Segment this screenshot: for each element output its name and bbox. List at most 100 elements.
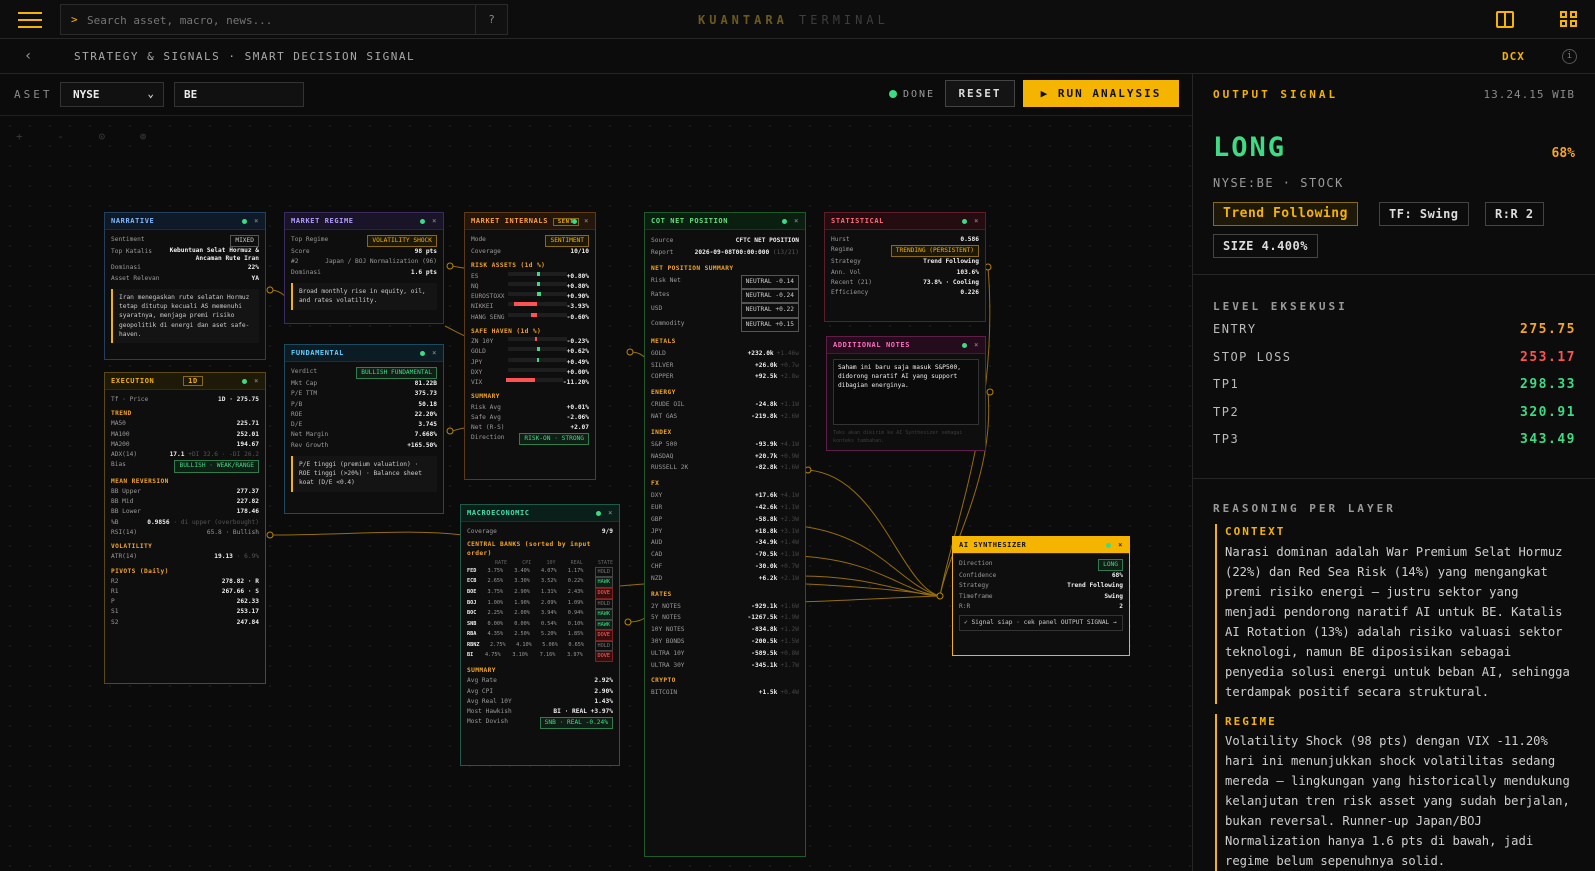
node-market-internals[interactable]: MARKET INTERNALS SENT × Mode SENTIMENT Cov…	[464, 212, 596, 480]
node-header[interactable]: NARRATIVE ×	[105, 213, 265, 230]
row: Avg Real 10Y 1.43%	[467, 697, 613, 705]
node-narrative[interactable]: NARRATIVE × Sentiment MIXED Top Katalis Ke…	[104, 212, 266, 360]
node-header[interactable]: COT NET POSITION ×	[645, 213, 805, 230]
row-change: +1.4W	[780, 539, 799, 547]
wire	[799, 555, 941, 597]
row: GBP -58.8k +2.3W	[651, 514, 799, 526]
level-label: TP2	[1213, 404, 1240, 419]
node-additional-notes[interactable]: ADDITIONAL NOTES × Saham ini baru saja ma…	[826, 336, 986, 451]
status-dot-icon	[242, 219, 247, 224]
bar-fill	[537, 292, 542, 297]
close-icon[interactable]: ×	[974, 337, 979, 354]
confidence: 68%	[1551, 146, 1575, 161]
node-fundamental[interactable]: FUNDAMENTAL × Verdict BULLISH FUNDAMENTAL …	[284, 344, 444, 514]
row: Most Dovish SNB · REAL -0.24%	[467, 717, 613, 730]
close-icon[interactable]: ×	[584, 213, 589, 230]
close-icon[interactable]: ×	[432, 345, 437, 362]
risk-rows: ES +0.80% NQ +0.80% EUROSTOXX +0.90% NIKKEI -3.…	[471, 271, 589, 323]
row: VIX -11.20%	[471, 378, 589, 388]
row: AUD -34.9k +1.4W	[651, 537, 799, 549]
row-change: +1.1W	[780, 504, 799, 512]
columns-layout-icon[interactable]	[1496, 11, 1514, 28]
run-analysis-button[interactable]: ▶ RUN ANALYSIS	[1023, 80, 1179, 107]
row: DXY +17.6k +4.1W	[651, 490, 799, 502]
row: NIKKEI -3.93%	[471, 302, 589, 312]
col-header: STATE	[597, 559, 613, 566]
table-cell: 1.31%	[541, 588, 557, 595]
dcx-badge[interactable]: DCX	[1502, 50, 1525, 63]
timeframe-chip: TF: Swing	[1379, 202, 1469, 226]
node-header[interactable]: STATISTICAL ×	[825, 213, 985, 230]
row-label: Mkt Cap	[291, 380, 318, 388]
hamburger-menu-icon[interactable]	[18, 12, 42, 28]
row-value: +0.80%	[566, 272, 589, 280]
row-label: CRUDE OIL	[651, 401, 685, 409]
row: CRUDE OIL -24.8k +1.1W	[651, 399, 799, 411]
node-header[interactable]: ADDITIONAL NOTES ×	[827, 337, 985, 354]
status-dot-icon	[962, 343, 967, 348]
table-cell: 2.25%	[487, 610, 504, 617]
asset-label: ASET	[14, 88, 53, 101]
node-cot-net-position[interactable]: COT NET POSITION × Source CFTC NET POSITIO…	[644, 212, 806, 857]
node-execution[interactable]: EXECUTION 1D × Tf · Price 1D · 275.75 TREN…	[104, 372, 266, 684]
grid-layout-icon[interactable]	[1560, 11, 1578, 28]
row-change: +1.2W	[780, 626, 799, 634]
status-dot-icon	[889, 90, 897, 98]
ticker-input[interactable]: BE	[174, 82, 304, 107]
global-search[interactable]: > ?	[60, 4, 508, 35]
table-cell: 1.00%	[487, 599, 504, 606]
info-icon[interactable]: i	[1562, 49, 1577, 64]
row-label: Net Margin	[291, 431, 329, 439]
row-value: -0.60%	[566, 313, 589, 321]
close-icon[interactable]: ×	[254, 213, 259, 230]
node-ai-synthesizer[interactable]: AI SYNTHESIZER × Direction LONG Confidence…	[952, 536, 1130, 656]
close-icon[interactable]: ×	[974, 213, 979, 230]
node-header[interactable]: MARKET INTERNALS SENT ×	[465, 213, 595, 230]
node-header[interactable]: MARKET REGIME ×	[285, 213, 443, 230]
node-header[interactable]: AI SYNTHESIZER ×	[953, 537, 1129, 554]
exchange-select[interactable]: NYSE ⌄	[60, 82, 164, 107]
symbol: NYSE:BE · STOCK	[1213, 176, 1344, 190]
row: S&P 500 -93.9k +4.1W	[651, 439, 799, 451]
table-cell: BI	[467, 652, 474, 659]
row-label: USD	[651, 305, 663, 313]
row-value: -82.8k	[755, 464, 778, 472]
close-icon[interactable]: ×	[254, 373, 259, 390]
level-value: 343.49	[1520, 432, 1576, 447]
close-icon[interactable]: ×	[608, 505, 613, 522]
status-dot-icon	[420, 351, 425, 356]
context-marker	[1215, 524, 1217, 704]
reset-button[interactable]: RESET	[945, 80, 1015, 107]
row-value: -929.1k	[751, 602, 778, 610]
row-label: P/B	[291, 400, 303, 408]
row-value: -589.5k	[751, 649, 778, 657]
node-statistical[interactable]: STATISTICAL × Hurst 0.586 Regime TRENDING (P…	[824, 212, 986, 322]
node-header[interactable]: MACROECONOMIC ×	[461, 505, 619, 522]
close-icon[interactable]: ×	[432, 213, 437, 230]
back-chevron-icon[interactable]: ‹	[24, 48, 32, 64]
close-icon[interactable]: ×	[794, 213, 799, 230]
level-bar	[507, 347, 567, 352]
node-macroeconomic[interactable]: MACROECONOMIC × Coverage 9/9 CENTRAL BANKS…	[460, 504, 620, 766]
table-cell: 2.09%	[541, 599, 557, 606]
search-input[interactable]	[87, 9, 467, 31]
row: MA200 194.67	[111, 440, 259, 448]
bar-fill	[534, 337, 538, 342]
reasoning-context-text: Narasi dominan adalah War Premium Selat …	[1225, 545, 1570, 699]
statistical-rows: Hurst 0.586 Regime TRENDING (PERSISTENT) Str…	[825, 230, 985, 303]
notes-textarea[interactable]: Saham ini baru saja masuk S&P500, didoro…	[833, 359, 979, 425]
row-change: +1.7W	[780, 661, 799, 669]
help-button[interactable]: ?	[475, 5, 507, 34]
close-icon[interactable]: ×	[1118, 537, 1123, 554]
bar-fill	[506, 378, 535, 383]
row-change: +0.7W	[780, 562, 799, 570]
node-canvas[interactable]: + - ⊙ ⊚ NARRATIVE × Sentiment MIXED Top …	[0, 116, 1192, 871]
row-value: 0.586	[960, 236, 979, 243]
port	[624, 618, 632, 626]
row-value: 7.668%	[414, 431, 437, 439]
node-market-regime[interactable]: MARKET REGIME × Top Regime VOLATILITY SHOC…	[284, 212, 444, 324]
node-header[interactable]: FUNDAMENTAL ×	[285, 345, 443, 362]
row: Risk Net NEUTRAL -0.14	[651, 275, 799, 290]
table-cell: 0.00%	[514, 620, 530, 627]
node-header[interactable]: EXECUTION 1D ×	[105, 373, 265, 390]
